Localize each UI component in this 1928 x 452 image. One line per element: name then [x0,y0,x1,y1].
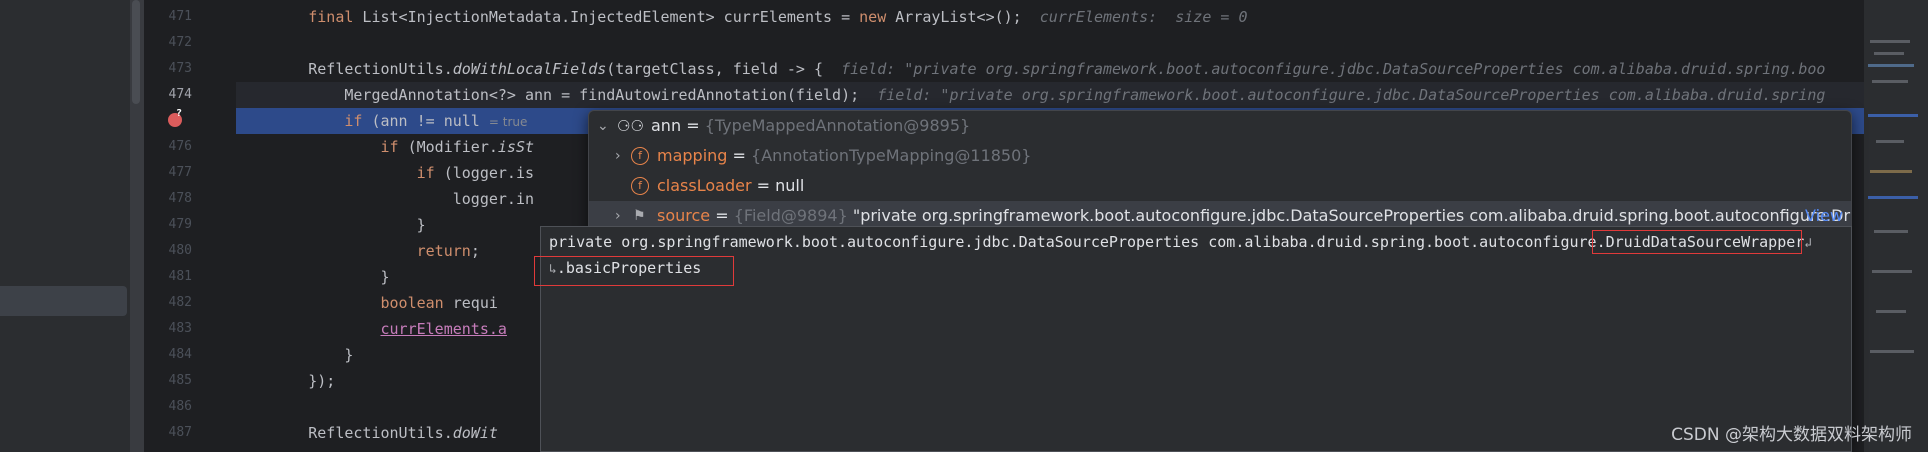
inline-eval-hint: = true [488,115,528,129]
minimap-mark [1876,140,1904,143]
debug-tree-root[interactable]: ⌄ ⚆⚆ ann = {TypeMappedAnnotation@9895} [589,111,1851,141]
equals-sign: = [732,146,746,165]
line-number: 471 [168,9,192,24]
field-value: {AnnotationTypeMapping@11850} [751,146,1032,165]
variable-value: {TypeMappedAnnotation@9895} [704,116,971,135]
minimap-mark [1872,270,1912,273]
line-number: 476 [168,139,192,154]
minimap-mark [1868,114,1918,117]
line-number-current: 474 [168,87,192,102]
field-value-ref: {Field@9894} [733,206,848,225]
code-text: }); [308,372,336,390]
highlight-box [534,256,734,286]
code-method: doWit [452,424,498,442]
minimap-mark [1868,64,1914,67]
field-name: source [657,206,711,225]
line-number: 483 [168,321,192,336]
code-keyword: if [344,112,363,130]
line-number: 485 [168,373,192,388]
code-method: isSt [497,138,535,156]
code-line-471: final List<InjectionMetadata.InjectedEle… [236,4,1864,30]
minimap-mark [1868,196,1918,199]
highlight-box [1592,230,1802,254]
code-text: } [380,268,390,286]
minimap-mark [1876,310,1906,313]
code-text: ArrayList<>(); [886,8,1022,26]
field-icon: f [631,177,649,195]
value-tooltip: private org.springframework.boot.autocon… [534,226,1852,452]
equals-sign: = [756,176,771,195]
code-keyword: return [416,242,471,260]
code-keyword: new [859,8,887,26]
equals-sign: = [715,206,729,225]
code-text: (ann != null [362,112,480,130]
code-keyword: final [308,8,354,26]
chevron-right-icon[interactable]: › [615,141,621,171]
code-text: } [416,216,426,234]
watermark: CSDN @架构大数据双料架构师 [1671,425,1912,445]
code-method: doWithLocalFields [452,60,607,78]
panel-scrollbar[interactable] [130,0,144,452]
minimap-mark [1872,80,1908,83]
line-number: 472 [168,35,192,50]
minimap-mark [1874,230,1908,233]
breakpoint-condition-icon: ? [176,108,183,119]
code-text: (logger.is [434,164,535,182]
tooltip-text: private org.springframework.boot.autocon… [549,233,1606,251]
field-icon: f [631,147,649,165]
equals-sign: = [686,116,700,135]
minimap-gutter[interactable] [1864,0,1928,452]
code-text: (Modifier. [398,138,498,156]
code-line-473: ReflectionUtils.doWithLocalFields(target… [236,56,1864,82]
line-number: 487 [168,425,192,440]
glasses-icon: ⚆⚆ [617,117,644,135]
code-text: logger.in [452,190,535,208]
line-number: 477 [168,165,192,180]
panel-scrollbar-thumb[interactable] [132,0,140,104]
code-keyword: if [380,138,399,156]
chevron-down-icon[interactable]: ⌄ [597,111,609,141]
field-value: "private org.springframework.boot.autoco… [847,206,1851,225]
code-text: (targetClass, field -> { [606,60,824,78]
minimap-mark [1874,52,1904,55]
code-text: ReflectionUtils. [308,424,453,442]
inline-value-hint: field: "private org.springframework.boot… [877,86,1826,104]
debug-tree-node[interactable]: f classLoader = null [589,171,1851,201]
inline-value-hint: field: "private org.springframework.boot… [841,60,1826,78]
soft-wrap-icon: ↲ [1804,236,1813,251]
code-keyword: boolean [380,294,444,312]
field-name: classLoader [657,176,752,195]
line-number-gutter[interactable]: 471 472 473 474 475 476 477 478 479 480 … [144,0,236,452]
code-text: requi [443,294,498,312]
line-number: 482 [168,295,192,310]
project-panel [0,0,130,452]
debug-tree-node[interactable]: › f mapping = {AnnotationTypeMapping@118… [589,141,1851,171]
line-number: 484 [168,347,192,362]
field-name: mapping [657,146,728,165]
code-text: MergedAnnotation<?> ann = findAutowiredA… [344,86,860,104]
minimap-mark [1870,350,1914,353]
minimap-mark [1870,170,1912,173]
code-text: ; [470,242,480,260]
line-number: 486 [168,399,192,414]
code-text: ReflectionUtils. [308,60,453,78]
line-number: 480 [168,243,192,258]
inline-value-hint: currElements: size = 0 [1039,8,1248,26]
code-text: } [344,346,354,364]
line-number: 479 [168,217,192,232]
code-text: List<InjectionMetadata.InjectedElement> … [353,8,860,26]
code-line-474: MergedAnnotation<?> ann = findAutowiredA… [236,82,1864,108]
line-number: 473 [168,61,192,76]
line-number: 481 [168,269,192,284]
project-panel-selected-item[interactable] [0,286,127,316]
field-value: null [775,176,805,195]
code-field: currElements.a [380,320,507,338]
minimap-mark [1870,40,1910,43]
variable-name: ann [651,116,682,135]
code-keyword: if [416,164,435,182]
line-number: 478 [168,191,192,206]
